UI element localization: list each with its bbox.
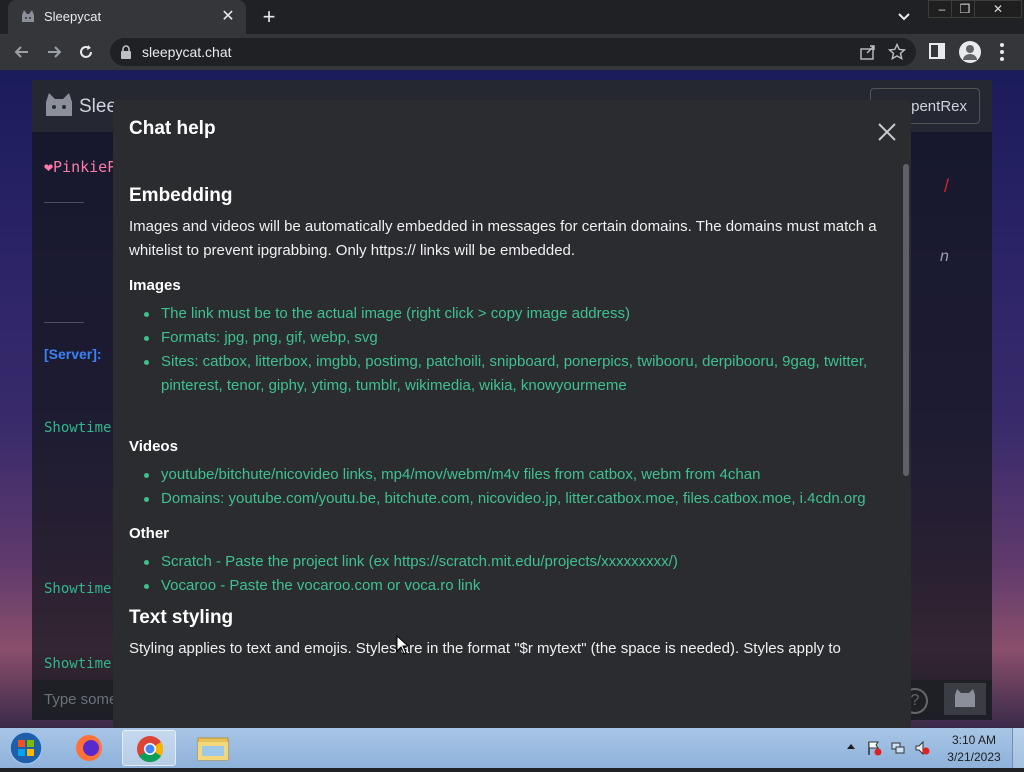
text-styling-description: Styling applies to text and emojis. Styl… [129,640,841,657]
chat-username: Showtime: [44,420,120,436]
tab-close-icon[interactable]: ✕ [218,7,238,27]
share-icon[interactable] [860,44,876,60]
profile-avatar[interactable] [959,41,981,63]
cat-logo-icon [46,93,72,116]
clock-time[interactable]: 3:10 AM [944,733,1004,747]
chat-username: Showtime: [44,581,120,597]
bookmark-star-icon[interactable] [888,43,906,61]
clock-date[interactable]: 3/21/2023 [944,750,1004,764]
other-heading: Other [129,525,170,542]
address-bar[interactable]: sleepycat.chat [110,38,916,66]
chrome-icon [137,736,164,763]
mouse-cursor-icon [396,635,410,655]
windows-start-icon[interactable] [6,730,46,766]
server-message-label: [Server]: [44,346,102,362]
show-desktop-button[interactable] [1012,728,1024,768]
show-hidden-icons-chevron-icon[interactable] [846,742,856,750]
side-panel-icon[interactable] [928,42,946,60]
divider [44,322,84,323]
file-explorer-taskbar-button[interactable] [186,730,240,766]
close-window-button[interactable]: ✕ [974,0,1022,18]
chat-username: Showtime: [44,656,120,672]
images-list: The link must be to the actual image (ri… [129,302,891,398]
send-button[interactable] [944,683,986,715]
browser-toolbar: sleepycat.chat [0,34,1024,70]
person-icon [963,45,977,60]
videos-list: youtube/bitchute/nicovideo links, mp4/mo… [129,463,891,511]
divider [44,202,84,203]
text-styling-heading: Text styling [129,607,234,628]
list-item: Sites: catbox, litterbox, imgbb, postimg… [144,350,891,398]
web-page: Slee pentRex ❤PinkiePi [Server]: Showtim… [0,70,1024,728]
close-icon[interactable] [877,122,897,142]
chat-help-modal: Chat help Embedding Images and videos wi… [113,100,911,728]
images-heading: Images [129,277,181,294]
list-item: Formats: jpg, png, gif, webp, svg [144,326,891,350]
browser-tab[interactable]: Sleepycat ✕ [8,0,246,34]
embedding-description: Images and videos will be automatically … [129,218,877,259]
videos-heading: Videos [129,438,178,455]
reload-icon[interactable] [76,42,96,62]
windows-taskbar: 3:10 AM 3/21/2023 [0,728,1024,768]
list-item: Vocaroo - Paste the vocaroo.com or voca.… [144,574,891,598]
modal-scrollbar[interactable] [903,164,909,476]
list-item: youtube/bitchute/nicovideo links, mp4/mo… [144,463,891,487]
app-title: Slee [79,96,118,117]
volume-muted-icon[interactable] [914,740,930,756]
forward-arrow-icon[interactable] [44,42,64,62]
firefox-icon [76,735,102,761]
chrome-taskbar-button[interactable] [122,730,176,766]
modal-title: Chat help [129,118,216,139]
list-item: The link must be to the actual image (ri… [144,302,891,326]
folder-icon [197,737,229,761]
list-item: Domains: youtube.com/youtu.be, bitchute.… [144,487,891,511]
tab-title: Sleepycat [44,9,102,24]
modal-body: Embedding Images and videos will be auto… [129,184,891,661]
tab-strip: Sleepycat ✕ + – ❒ ✕ [0,0,1024,34]
firefox-taskbar-button[interactable] [62,730,116,766]
lock-icon[interactable] [120,45,132,59]
network-icon[interactable] [890,740,906,756]
new-tab-button[interactable]: + [258,6,280,28]
back-arrow-icon[interactable] [12,42,32,62]
list-item: Scratch - Paste the project link (ex htt… [144,550,891,574]
sleepycat-favicon-icon [22,10,34,22]
other-list: Scratch - Paste the project link (ex htt… [129,550,891,598]
url-text[interactable]: sleepycat.chat [142,44,232,60]
chat-fragment: / [944,176,950,196]
embedding-heading: Embedding [129,185,233,206]
tab-search-chevron-icon[interactable] [896,10,912,24]
chat-fragment: n [940,248,949,265]
cat-icon [955,689,975,707]
kebab-menu-icon[interactable] [998,42,1006,62]
action-center-flag-icon[interactable] [866,740,882,756]
